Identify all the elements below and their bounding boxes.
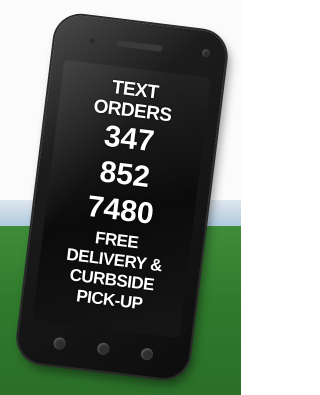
back-button-icon	[52, 336, 67, 351]
front-camera-icon	[201, 48, 211, 58]
menu-button-icon	[140, 347, 154, 361]
ad-scene: TEXT ORDERS 347 852 7480 FREE DELIVERY &…	[0, 0, 241, 395]
earpiece-icon	[116, 40, 163, 52]
screen-message: TEXT ORDERS 347 852 7480 FREE DELIVERY &…	[35, 72, 210, 320]
sensor-icon	[89, 37, 96, 44]
home-button-icon	[96, 342, 111, 356]
